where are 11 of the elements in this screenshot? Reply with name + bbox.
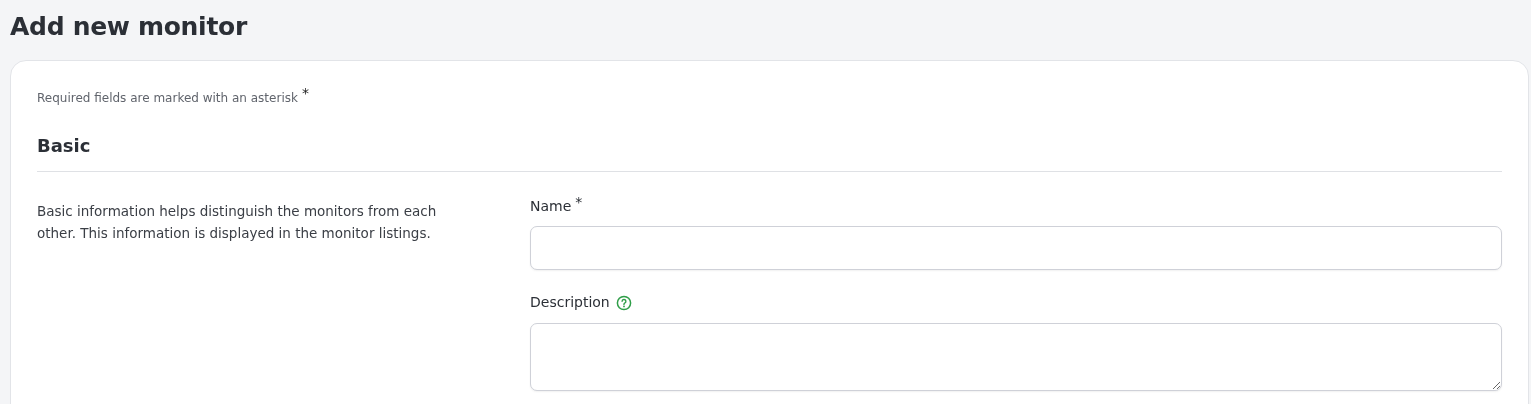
asterisk: *: [301, 85, 309, 101]
field-label: Description: [530, 294, 610, 310]
asterisk: *: [575, 194, 583, 210]
help-icon[interactable]: [615, 295, 632, 311]
section-description: Basic information helps distinguish the monitors from each other. This information is displayed in the monitor listings.: [37, 202, 438, 243]
field-label: Name: [530, 198, 572, 214]
page-title: Add new monitor: [10, 11, 249, 43]
required-note: Required fields are marked with an asterisk: [37, 91, 298, 105]
description-field[interactable]: [530, 323, 1502, 391]
section-heading: Basic: [37, 135, 92, 158]
name-field[interactable]: [530, 226, 1502, 270]
